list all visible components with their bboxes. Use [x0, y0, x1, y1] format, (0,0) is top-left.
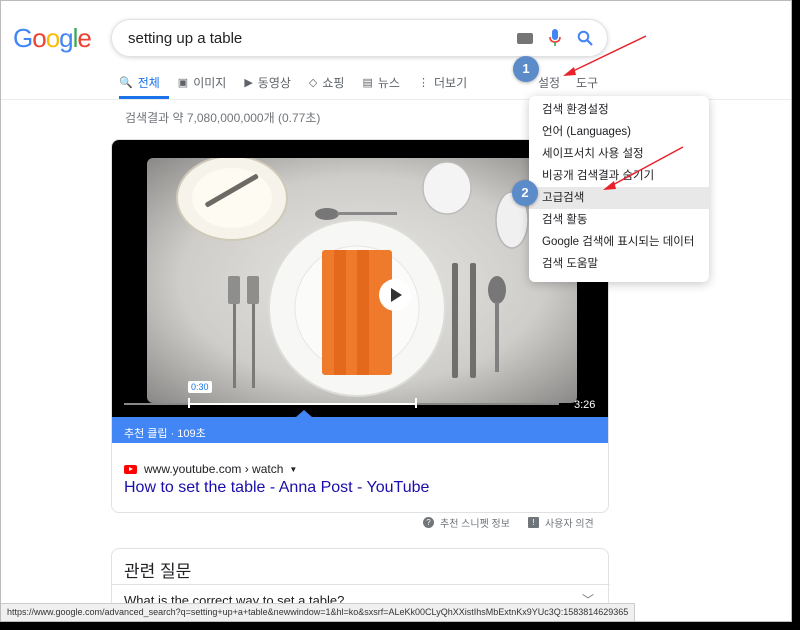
logo-letter: e	[77, 23, 92, 53]
tab-images[interactable]: ▣ 이미지	[178, 71, 227, 93]
logo-letter: G	[13, 23, 33, 53]
help-icon: ?	[423, 517, 434, 528]
video-duration: 3:26	[574, 399, 596, 411]
menu-item-languages[interactable]: 언어 (Languages)	[529, 121, 709, 143]
logo-letter: o	[45, 23, 61, 53]
menu-item-hide-private[interactable]: 비공개 검색결과 숨기기	[529, 165, 709, 187]
divider	[112, 584, 610, 585]
suggested-clip-bar: 추천 클립 · 109초	[112, 417, 608, 443]
search-box[interactable]: setting up a table	[111, 19, 608, 57]
tab-shopping[interactable]: ◇ 쇼핑	[309, 71, 345, 93]
news-icon: ▤	[362, 76, 373, 89]
clip-start-time: 0:30	[188, 381, 212, 393]
step-badge-2: 2	[512, 180, 538, 206]
google-logo[interactable]: Google	[13, 23, 92, 54]
tools-button[interactable]: 도구	[576, 71, 598, 93]
snippet-info-label: 추천 스니펫 정보	[440, 519, 510, 530]
image-icon: ▣	[177, 76, 189, 89]
tab-news[interactable]: ▤ 뉴스	[362, 71, 400, 93]
tab-label: 더보기	[433, 75, 468, 90]
tab-label: 동영상	[257, 75, 291, 90]
snippet-info-link[interactable]: ? 추천 스니펫 정보	[423, 515, 510, 530]
browser-viewport: Google setting up a table 🔍 전체 ▣ 이미지 ▶ 동영상 …	[0, 0, 792, 622]
youtube-icon	[124, 464, 137, 474]
search-tabs: 🔍 전체 ▣ 이미지 ▶ 동영상 ◇ 쇼핑 ▤ 뉴스 ⋮ 더보기	[119, 71, 485, 101]
search-icon[interactable]	[577, 30, 593, 51]
menu-item-advanced-search[interactable]: 고급검색	[529, 187, 709, 209]
result-stats: 검색결과 약 7,080,000,000개 (0.77초)	[125, 111, 321, 125]
status-bar-url: https://www.google.com/advanced_search?q…	[1, 603, 636, 621]
menu-item-your-data[interactable]: Google 검색에 표시되는 데이터	[529, 231, 709, 253]
feedback-label: 사용자 의견	[544, 519, 594, 530]
more-icon: ⋮	[417, 76, 429, 89]
tag-icon: ◇	[308, 76, 318, 89]
microphone-icon[interactable]	[549, 29, 561, 52]
tab-more[interactable]: ⋮ 더보기	[418, 71, 467, 93]
search-icon: 🔍	[119, 76, 133, 89]
feedback-icon: !	[527, 517, 539, 528]
feedback-link[interactable]: ! 사용자 의견	[527, 515, 594, 530]
logo-letter: g	[59, 23, 74, 53]
video-icon: ▶	[244, 76, 253, 89]
source-url: www.youtube.com › watch	[144, 462, 284, 476]
clip-pointer	[296, 410, 312, 417]
tab-label: 뉴스	[377, 75, 400, 90]
video-clip-segment[interactable]	[188, 403, 416, 405]
tab-label: 전체	[137, 75, 160, 90]
step-badge-1: 1	[513, 56, 539, 82]
tab-label: 이미지	[193, 75, 227, 90]
search-input[interactable]: setting up a table	[128, 30, 242, 47]
settings-button[interactable]: 설정	[538, 71, 560, 93]
menu-item-search-help[interactable]: 검색 도움말	[529, 253, 709, 275]
chevron-down-icon[interactable]: ▼	[289, 465, 297, 474]
video-source: www.youtube.com › watch ▼	[124, 462, 297, 476]
tab-all[interactable]: 🔍 전체	[119, 71, 160, 93]
logo-letter: o	[32, 23, 47, 53]
menu-item-search-settings[interactable]: 검색 환경설정	[529, 99, 709, 121]
clip-end-marker	[415, 398, 417, 408]
video-title-link[interactable]: How to set the table - Anna Post - YouTu…	[124, 479, 429, 497]
feedback-row: ? 추천 스니펫 정보 ! 사용자 의견	[423, 515, 612, 530]
menu-item-search-activity[interactable]: 검색 활동	[529, 209, 709, 231]
settings-menu: 검색 환경설정 언어 (Languages) 세이프서치 사용 설정 비공개 검…	[529, 96, 709, 282]
play-icon	[391, 288, 402, 302]
menu-item-safesearch[interactable]: 세이프서치 사용 설정	[529, 143, 709, 165]
keyboard-icon[interactable]	[517, 33, 533, 44]
play-button[interactable]	[379, 279, 411, 311]
clip-start-marker	[188, 398, 190, 408]
tab-videos[interactable]: ▶ 동영상	[244, 71, 291, 93]
related-questions-title: 관련 질문	[124, 562, 192, 581]
tab-label: 쇼핑	[322, 75, 345, 90]
arrowhead-icon	[563, 67, 576, 76]
